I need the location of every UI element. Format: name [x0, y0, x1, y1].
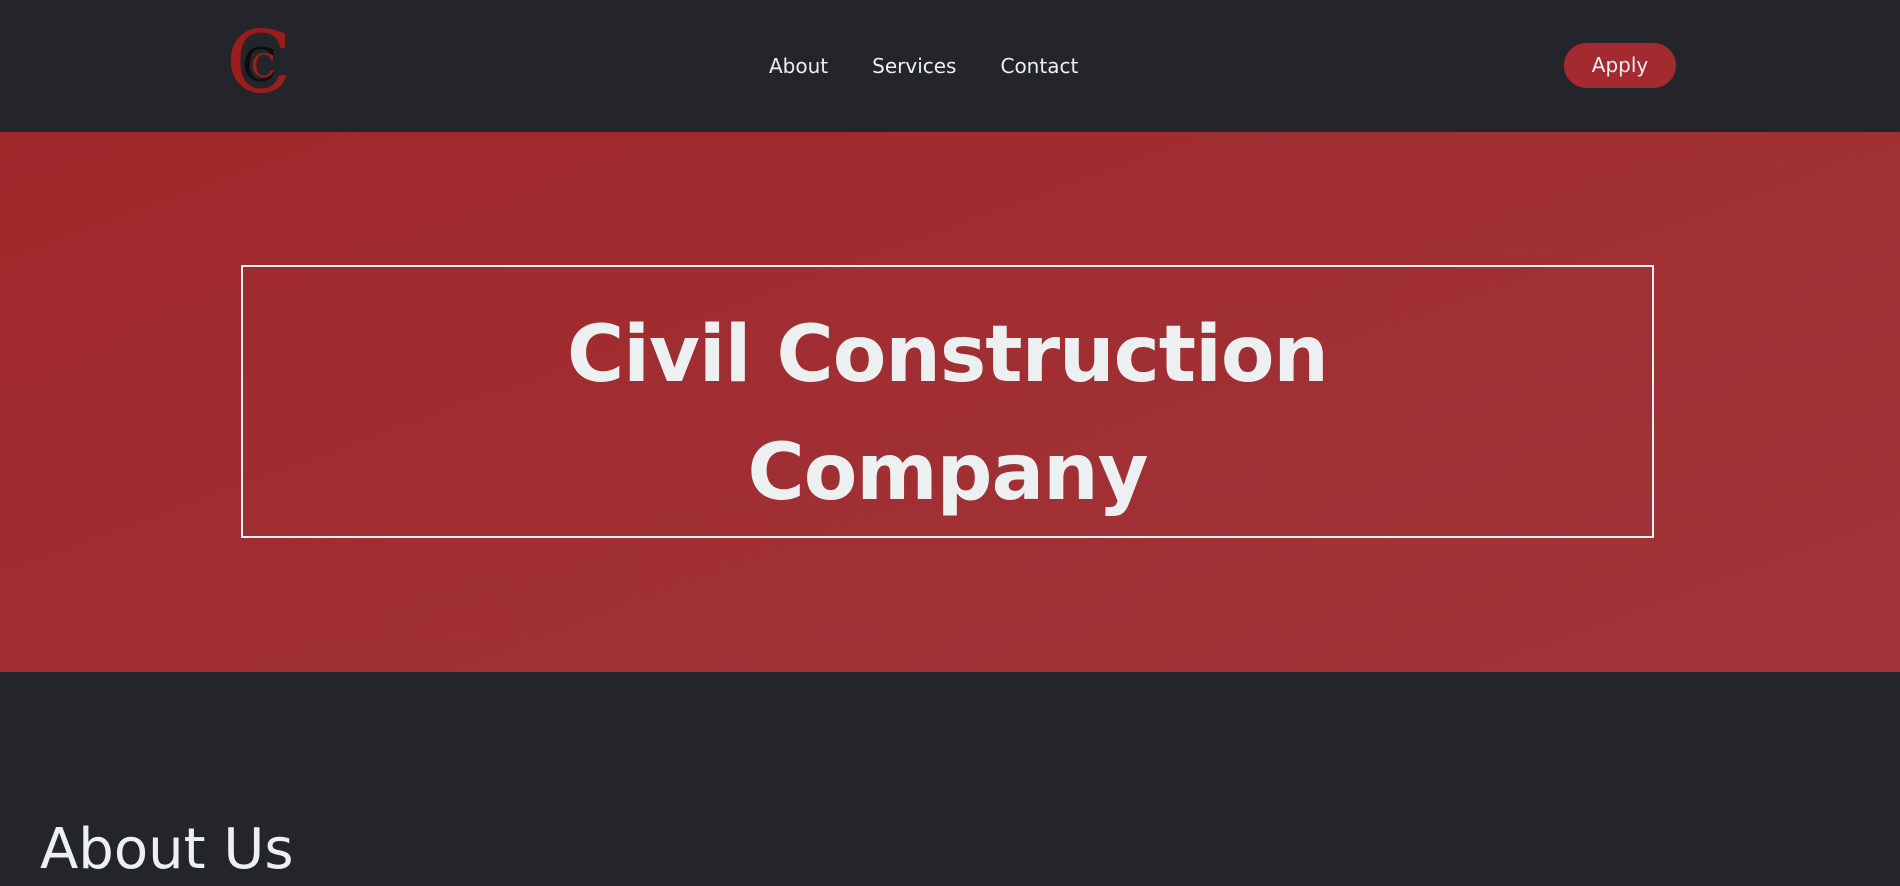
logo[interactable]: C C C: [226, 20, 296, 106]
nav-item-about: About: [769, 52, 828, 80]
hero-section: Civil Construction Company: [0, 132, 1900, 672]
about-section: About Us: [0, 672, 1900, 885]
apply-button[interactable]: Apply: [1564, 43, 1676, 88]
about-heading: About Us: [40, 817, 294, 882]
hero-title-frame: Civil Construction Company: [241, 265, 1654, 538]
nav-link-services[interactable]: Services: [872, 54, 956, 78]
logo-inner-letter: C: [251, 47, 276, 85]
hero-title: Civil Construction Company: [243, 296, 1652, 532]
nav-links: About Services Contact: [769, 52, 1078, 80]
nav-item-contact: Contact: [1000, 52, 1078, 80]
hero-title-line-2: Company: [747, 428, 1149, 518]
nav-link-contact[interactable]: Contact: [1000, 54, 1078, 78]
site-header: C C C About Services Contact Apply: [0, 0, 1900, 132]
nav-link-about[interactable]: About: [769, 54, 828, 78]
hero-title-line-1: Civil Construction: [567, 310, 1329, 400]
nav-item-services: Services: [872, 52, 956, 80]
